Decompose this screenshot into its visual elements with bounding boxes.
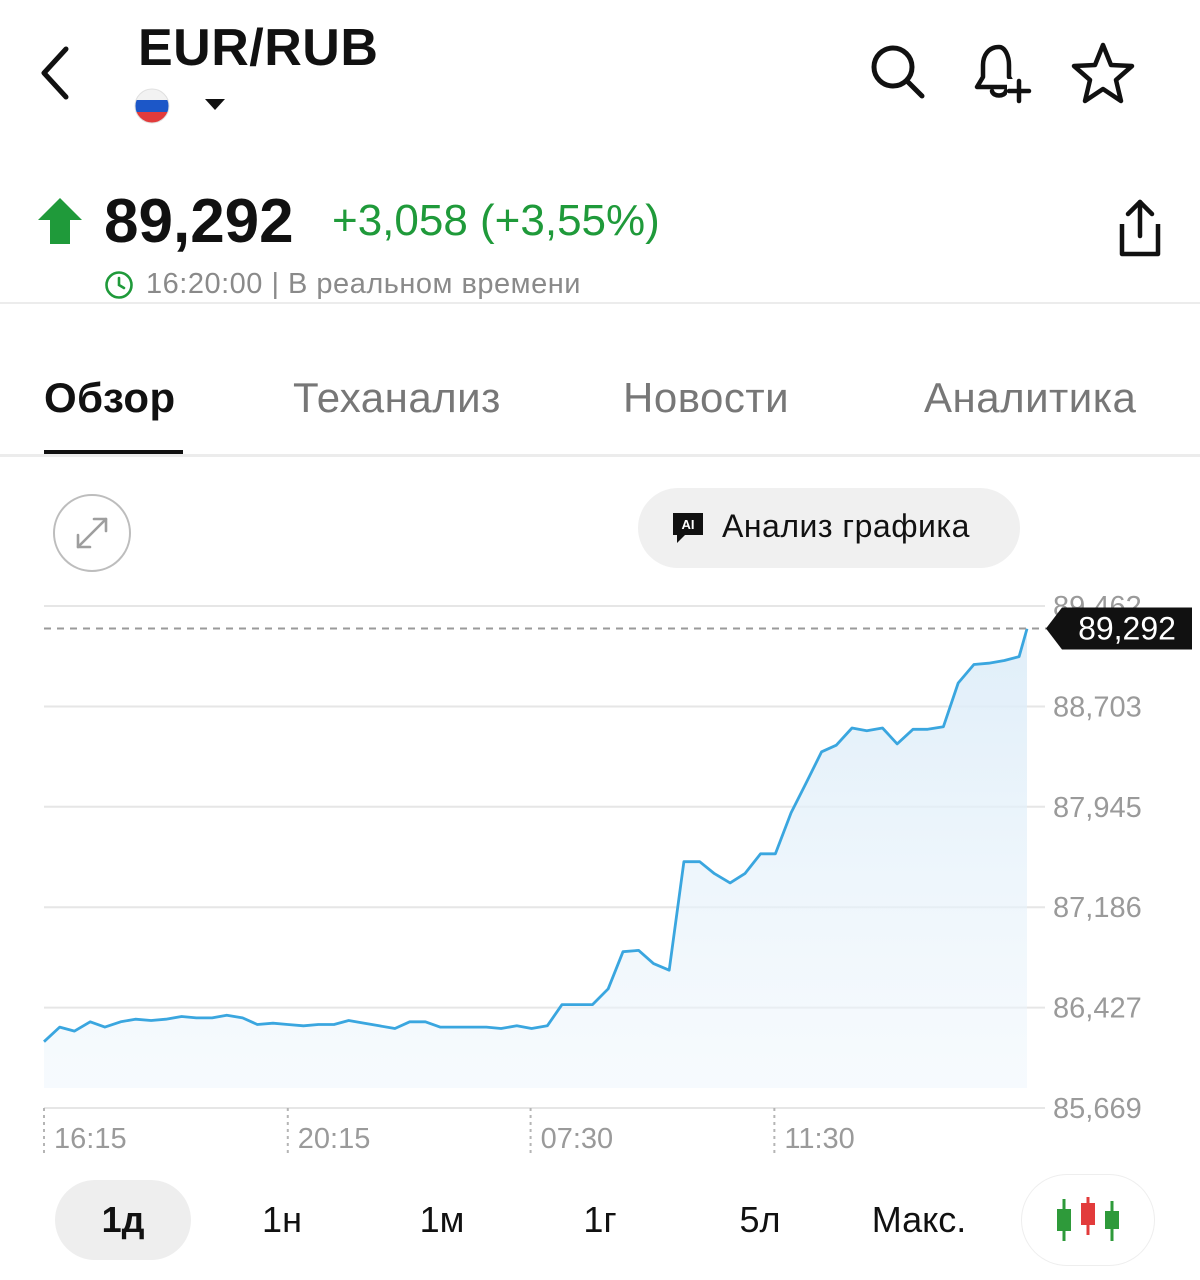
ai-chat-icon: AI bbox=[673, 513, 703, 543]
period-max[interactable]: Макс. bbox=[854, 1180, 984, 1260]
ai-badge-text: AI bbox=[682, 517, 695, 532]
period-1d[interactable]: 1д bbox=[55, 1180, 191, 1260]
y-tick-label: 87,186 bbox=[1053, 892, 1142, 924]
add-alert-button[interactable] bbox=[966, 38, 1036, 108]
x-tick-label: 11:30 bbox=[784, 1123, 854, 1155]
russia-flag-icon bbox=[134, 88, 170, 124]
clock-icon bbox=[105, 271, 133, 299]
tab-technical-analysis[interactable]: Теханализ bbox=[293, 374, 501, 422]
expand-chart-button[interactable] bbox=[53, 494, 131, 572]
tab-analytics[interactable]: Аналитика bbox=[924, 374, 1136, 422]
share-button[interactable] bbox=[1106, 192, 1174, 264]
tab-overview[interactable]: Обзор bbox=[44, 374, 176, 422]
bell-plus-icon bbox=[974, 44, 1032, 104]
chart-type-button[interactable] bbox=[1022, 1175, 1154, 1265]
y-tick-label: 85,669 bbox=[1053, 1093, 1142, 1125]
x-tick-label: 07:30 bbox=[541, 1123, 614, 1155]
star-icon bbox=[1071, 42, 1135, 104]
y-tick-label: 88,703 bbox=[1053, 691, 1142, 723]
period-1y[interactable]: 1г bbox=[550, 1180, 650, 1260]
arrow-up-icon bbox=[38, 198, 82, 244]
price-chart[interactable]: 89,46288,70387,94587,18686,42785,669 16:… bbox=[0, 590, 1200, 1170]
chart-analysis-label: Анализ графика bbox=[722, 508, 970, 544]
pair-selector[interactable] bbox=[134, 86, 234, 126]
y-tick-label: 87,945 bbox=[1053, 792, 1142, 824]
y-tick-label: 86,427 bbox=[1053, 993, 1142, 1025]
search-button[interactable] bbox=[864, 38, 930, 104]
candlestick-icon bbox=[1057, 1197, 1119, 1241]
chart-analysis-button[interactable]: AI Анализ графика bbox=[638, 488, 1020, 568]
current-price-badge-label: 89,292 bbox=[1078, 610, 1176, 646]
pair-title: EUR/RUB bbox=[138, 19, 379, 77]
period-1w[interactable]: 1н bbox=[232, 1180, 332, 1260]
tabs-divider bbox=[0, 454, 1200, 457]
caret-down-icon bbox=[205, 99, 225, 110]
period-5y[interactable]: 5л bbox=[710, 1180, 810, 1260]
chevron-left-icon bbox=[41, 46, 69, 100]
search-icon bbox=[871, 45, 925, 99]
x-tick-label: 20:15 bbox=[298, 1123, 371, 1155]
quote-timestamp: 16:20:00 | В реальном времени bbox=[146, 268, 581, 300]
price-area-fill bbox=[44, 628, 1027, 1088]
tab-news[interactable]: Новости bbox=[623, 374, 789, 422]
x-tick-label: 16:15 bbox=[54, 1123, 127, 1155]
price-change: +3,058 (+3,55%) bbox=[332, 196, 660, 245]
header-divider bbox=[0, 302, 1200, 304]
share-icon bbox=[1119, 199, 1161, 257]
back-button[interactable] bbox=[26, 38, 82, 108]
period-1m[interactable]: 1м bbox=[392, 1180, 492, 1260]
current-price: 89,292 bbox=[104, 187, 294, 256]
favorite-button[interactable] bbox=[1068, 38, 1138, 108]
expand-icon bbox=[76, 517, 108, 549]
